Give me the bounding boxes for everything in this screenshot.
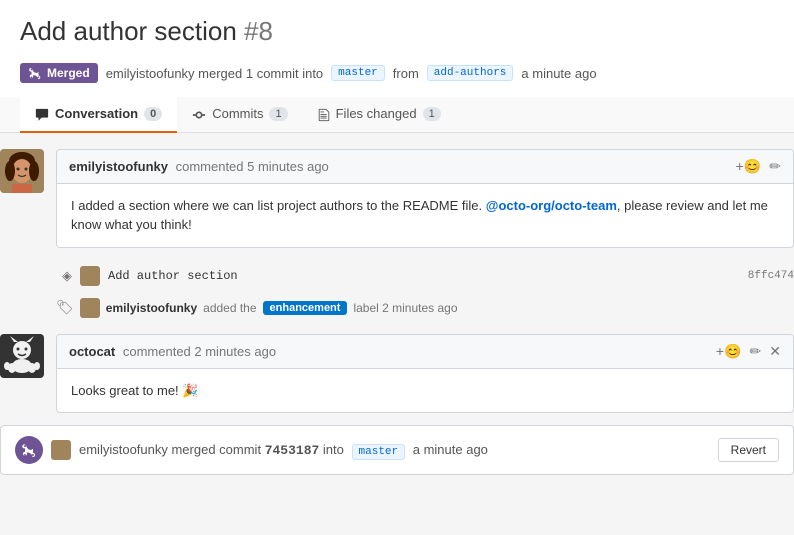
comment-author-emily: emilyistoofunky (69, 159, 168, 174)
tab-conversation[interactable]: Conversation 0 (20, 97, 177, 133)
comment-emily: emilyistoofunky commented 5 minutes ago … (0, 149, 794, 248)
tabs-bar: Conversation 0 Commits 1 Files changed 1 (0, 97, 794, 133)
tab-files-label: Files changed (336, 106, 417, 121)
label-event-suffix: label 2 minutes ago (353, 301, 457, 315)
pr-meta-text: emilyistoofunky merged 1 commit into (106, 66, 323, 81)
comment-header-emily: emilyistoofunky commented 5 minutes ago … (57, 150, 793, 184)
comment-author-octocat: octocat (69, 344, 115, 359)
comment-body-octocat: Looks great to me! 🎉 (57, 369, 793, 413)
merge-target-branch[interactable]: master (352, 444, 406, 460)
tab-conversation-count: 0 (144, 107, 162, 121)
tab-commits[interactable]: Commits 1 (177, 97, 302, 133)
emoji-react-button-2[interactable]: +😊 (716, 343, 742, 360)
comment-box-emily: emilyistoofunky commented 5 minutes ago … (56, 149, 794, 248)
tab-conversation-label: Conversation (55, 106, 138, 121)
tab-commits-label: Commits (212, 106, 263, 121)
comment-box-octocat: octocat commented 2 minutes ago +😊 ✏ ✕ L… (56, 334, 794, 414)
mini-avatar-emily-merge (51, 440, 71, 460)
commit-message: Add author section (108, 269, 238, 283)
avatar-octocat (0, 334, 44, 378)
mini-avatar-emily-commit (80, 266, 100, 286)
comment-time-emily: commented 5 minutes ago (176, 159, 329, 174)
merged-badge: Merged (20, 63, 98, 83)
commits-icon (192, 106, 206, 122)
comment-actions-emily: +😊 ✏ (736, 158, 781, 175)
merge-commit-sha: 7453187 (265, 443, 320, 458)
commit-icon: ◈ (62, 268, 72, 284)
comment-header-octocat: octocat commented 2 minutes ago +😊 ✏ ✕ (57, 335, 793, 369)
revert-button[interactable]: Revert (718, 438, 779, 462)
edit-comment-button-2[interactable]: ✏ (750, 343, 762, 360)
merge-footer-text: emilyistoofunky merged commit 7453187 in… (79, 442, 488, 458)
merge-footer-icon (15, 436, 43, 464)
label-event: 🏷 emilyistoofunky added the enhancement … (56, 298, 794, 318)
enhancement-label: enhancement (263, 301, 348, 315)
tag-icon: 🏷 (56, 299, 74, 316)
comment-body-emily: I added a section where we can list proj… (57, 184, 793, 247)
comment-time-octocat: commented 2 minutes ago (123, 344, 276, 359)
mention-octo-team: @octo-org/octo-team (486, 198, 617, 213)
pr-meta: Merged emilyistoofunky merged 1 commit i… (20, 63, 774, 83)
conversation-icon (35, 106, 49, 122)
comment-octocat: octocat commented 2 minutes ago +😊 ✏ ✕ L… (0, 334, 794, 414)
label-event-action: added the (203, 301, 256, 315)
files-icon (318, 106, 330, 122)
emoji-react-button[interactable]: +😊 (736, 158, 762, 175)
pr-time: a minute ago (521, 66, 596, 81)
avatar-emily (0, 149, 44, 193)
target-branch[interactable]: master (331, 65, 385, 81)
tab-commits-count: 1 (269, 107, 287, 121)
mini-avatar-emily-label (80, 298, 100, 318)
tab-files-count: 1 (423, 107, 441, 121)
delete-comment-button[interactable]: ✕ (769, 343, 781, 360)
tab-files-changed[interactable]: Files changed 1 (303, 97, 456, 133)
source-branch[interactable]: add-authors (427, 65, 514, 81)
comment-actions-octocat: +😊 ✏ ✕ (716, 343, 781, 360)
merge-icon (28, 66, 42, 80)
merge-footer: emilyistoofunky merged commit 7453187 in… (0, 425, 794, 475)
edit-comment-button[interactable]: ✏ (769, 158, 781, 175)
label-event-author: emilyistoofunky (106, 301, 197, 315)
pr-title: Add author section #8 (20, 16, 273, 47)
commit-event: ◈ Add author section 8ffc474 (56, 260, 794, 292)
commit-sha: 8ffc474 (748, 270, 794, 282)
from-text: from (393, 66, 419, 81)
